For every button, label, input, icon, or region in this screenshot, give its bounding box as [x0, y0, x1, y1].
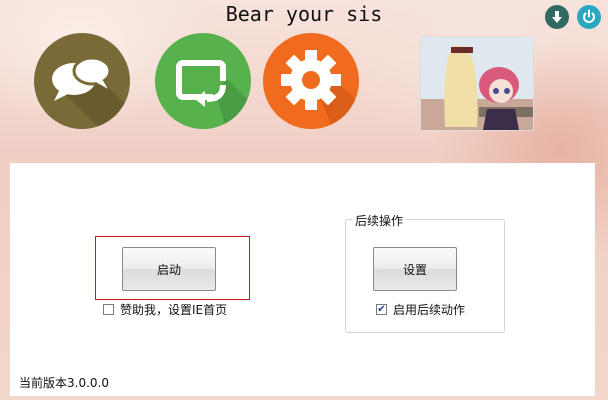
- settings-button[interactable]: 设置: [373, 247, 457, 291]
- enable-followup-row[interactable]: ✔ 启用后续动作: [376, 301, 465, 318]
- refresh-window-icon: [176, 60, 251, 129]
- support-checkbox-row[interactable]: 赞助我，设置IE首页: [103, 301, 227, 318]
- settings-feature-button[interactable]: [263, 33, 359, 129]
- power-icon: [583, 9, 595, 23]
- chat-feature-button[interactable]: [34, 33, 130, 129]
- download-icon: [552, 11, 562, 23]
- followup-group-label: 后续操作: [352, 212, 407, 229]
- download-button[interactable]: [545, 5, 569, 29]
- support-checkbox-label: 赞助我，设置IE首页: [120, 303, 228, 317]
- start-button[interactable]: 启动: [122, 247, 216, 291]
- avatar-image: [420, 36, 534, 131]
- support-checkbox[interactable]: [103, 304, 114, 315]
- chat-bubbles-icon: [52, 56, 130, 129]
- window-title: Bear your sis: [225, 2, 383, 26]
- enable-followup-label: 启用后续动作: [393, 303, 466, 317]
- version-label: 当前版本3.0.0.0: [19, 376, 109, 390]
- gear-icon: [281, 50, 359, 129]
- power-button[interactable]: [577, 5, 601, 29]
- anime-illustration: [421, 37, 533, 130]
- enable-followup-checkbox[interactable]: ✔: [376, 304, 387, 315]
- refresh-feature-button[interactable]: [155, 33, 251, 129]
